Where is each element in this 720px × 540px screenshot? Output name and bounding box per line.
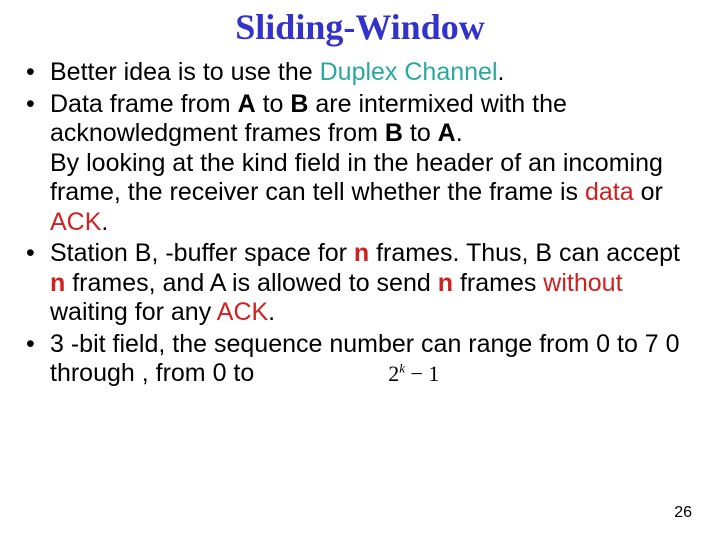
text: . bbox=[498, 58, 505, 86]
bullet-4: 3 -bit field, the sequence number can ra… bbox=[20, 330, 700, 389]
bullet-list: Better idea is to use the Duplex Channel… bbox=[20, 58, 700, 389]
data-word: data bbox=[585, 178, 634, 206]
formula-tail: − 1 bbox=[405, 361, 439, 386]
text: frames bbox=[453, 269, 543, 297]
text: to bbox=[256, 90, 291, 118]
text: frames. Thus, B can accept bbox=[369, 239, 680, 267]
without-word: without bbox=[543, 269, 622, 297]
text: 3 -bit field, the sequence number can ra… bbox=[50, 330, 680, 388]
bullet-2: Data frame from A to B are intermixed wi… bbox=[20, 90, 700, 238]
label-a: A bbox=[238, 90, 256, 118]
text: Data frame from bbox=[50, 90, 238, 118]
slide: Sliding-Window Better idea is to use the… bbox=[0, 0, 720, 540]
n-var: n bbox=[354, 239, 369, 267]
formula: 2k − 1 bbox=[388, 361, 439, 386]
slide-title: Sliding-Window bbox=[20, 6, 700, 48]
label-b: B bbox=[290, 90, 308, 118]
bullet-3: Station B, -buffer space for n frames. T… bbox=[20, 239, 700, 328]
text: Station B, -buffer space for bbox=[50, 239, 354, 267]
text: . bbox=[268, 298, 275, 326]
ack-word: ACK bbox=[50, 208, 101, 236]
text: . bbox=[101, 208, 108, 236]
n-var: n bbox=[438, 269, 453, 297]
ack-word: ACK bbox=[217, 298, 268, 326]
text: . bbox=[456, 119, 463, 147]
bullet-2-cont: By looking at the kind field in the head… bbox=[50, 149, 700, 238]
text: frames, and A is allowed to send bbox=[65, 269, 437, 297]
n-var: n bbox=[50, 269, 65, 297]
text: or bbox=[634, 178, 663, 206]
duplex-channel: Duplex Channel bbox=[320, 58, 498, 86]
label-a: A bbox=[438, 119, 456, 147]
text: Better idea is to use the bbox=[50, 58, 320, 86]
label-b: B bbox=[385, 119, 403, 147]
bullet-1: Better idea is to use the Duplex Channel… bbox=[20, 58, 700, 88]
text: waiting for any bbox=[50, 298, 217, 326]
page-number: 26 bbox=[674, 504, 692, 522]
formula-base: 2 bbox=[388, 361, 399, 386]
text: By looking at the kind field in the head… bbox=[50, 149, 663, 207]
text: to bbox=[403, 119, 438, 147]
